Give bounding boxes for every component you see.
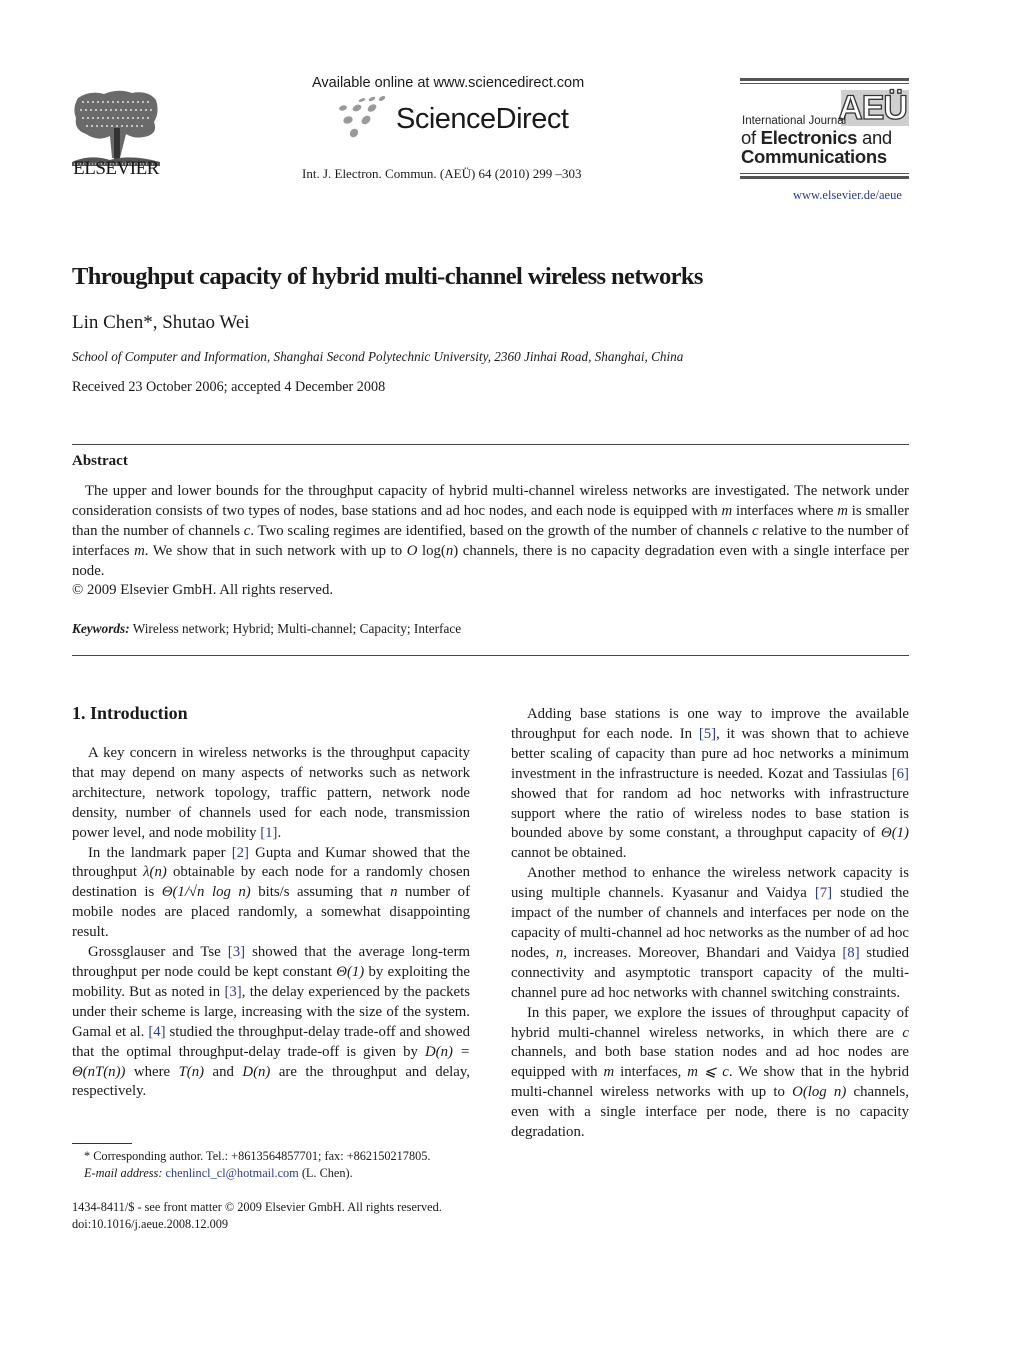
citation-link[interactable]: [3] [228, 944, 245, 960]
article-authors: Lin Chen*, Shutao Wei [72, 312, 250, 333]
abstract-copyright: © 2009 Elsevier GmbH. All rights reserve… [72, 582, 334, 598]
abstract-heading: Abstract [72, 453, 128, 469]
journal-citation: Int. J. Electron. Commun. (AEÜ) 64 (2010… [302, 166, 582, 181]
publisher-name: ELSEVIER [73, 158, 159, 179]
intro-paragraph-6: In this paper, we explore the issues of … [511, 1004, 910, 1141]
corresponding-author-footnote: * Corresponding author. Tel.: +861356485… [72, 1148, 492, 1182]
journal-logo: AEÜ International Journal of Electronics… [740, 78, 909, 182]
journal-line-2-suffix: and [857, 127, 892, 148]
sciencedirect-wordmark: ScienceDirect [396, 103, 569, 135]
footnote-email-line: E-mail address: chenlincl_cl@hotmail.com… [72, 1165, 492, 1182]
citation-link[interactable]: [4] [148, 1024, 165, 1040]
citation-link[interactable]: [6] [892, 766, 909, 782]
journal-line-3: Communications [741, 146, 887, 167]
journal-line-2-bold: Electronics [760, 127, 858, 148]
citation-link[interactable]: [7] [815, 885, 832, 901]
journal-rule-top [740, 78, 909, 81]
footnote-contact: * Corresponding author. Tel.: +861356485… [84, 1149, 431, 1163]
right-column: Adding base stations is one way to impro… [511, 705, 909, 1143]
citation-link[interactable]: [3] [224, 984, 241, 1000]
sciencedirect-dots-icon [339, 96, 386, 138]
email-suffix: (L. Chen). [298, 1166, 353, 1180]
journal-rule-bottom [740, 176, 909, 179]
keywords-label: Keywords: [72, 621, 130, 636]
citation-link[interactable]: [8] [842, 945, 859, 961]
intro-paragraph-5: Another method to enhance the wireless n… [511, 865, 909, 1001]
email-label: E-mail address: [84, 1166, 166, 1180]
received-dates: Received 23 October 2006; accepted 4 Dec… [72, 379, 386, 395]
journal-line-1: International Journal [742, 115, 847, 127]
left-column: A key concern in wireless networks is th… [72, 744, 470, 1102]
front-matter-info: 1434-8411/$ - see front matter © 2009 El… [72, 1199, 442, 1233]
issn-line: 1434-8411/$ - see front matter © 2009 El… [72, 1200, 442, 1214]
abstract-top-divider [72, 444, 909, 445]
article-title: Throughput capacity of hybrid multi-chan… [72, 263, 703, 290]
journal-rule-top-thin [740, 83, 909, 84]
intro-paragraph-4: Adding base stations is one way to impro… [511, 706, 909, 862]
abstract-bottom-divider [72, 655, 909, 656]
keywords-list: Wireless network; Hybrid; Multi-channel;… [132, 621, 462, 636]
citation-link[interactable]: [5] [699, 726, 716, 742]
citation-link[interactable]: [1] [260, 825, 277, 841]
email-link[interactable]: chenlincl_cl@hotmail.com [166, 1166, 299, 1180]
journal-rule-bottom-thin [740, 173, 909, 174]
keywords: Keywords: Wireless network; Hybrid; Mult… [72, 621, 461, 637]
sciencedirect-availability: Available online at www.sciencedirect.co… [312, 75, 585, 91]
doi-line: doi:10.1016/j.aeue.2008.12.009 [72, 1217, 229, 1231]
journal-url-link[interactable]: www.elsevier.de/aeue [793, 188, 902, 203]
abstract-paragraph: The upper and lower bounds for the throu… [72, 483, 909, 579]
journal-line-2-prefix: of [741, 127, 761, 148]
author-affiliation: School of Computer and Information, Shan… [72, 349, 684, 364]
intro-paragraph-1: A key concern in wireless networks is th… [72, 745, 470, 841]
footnote-divider [72, 1143, 132, 1144]
citation-link[interactable]: [2] [232, 845, 249, 861]
abstract-text: The upper and lower bounds for the throu… [72, 481, 909, 581]
intro-paragraph-3: Grossglauser and Tse [3] showed that the… [72, 944, 470, 1100]
intro-paragraph-2: In the landmark paper [2] Gupta and Kuma… [72, 844, 470, 941]
section-heading-introduction: 1. Introduction [72, 703, 188, 723]
aeu-badge: AEÜ [838, 89, 909, 127]
